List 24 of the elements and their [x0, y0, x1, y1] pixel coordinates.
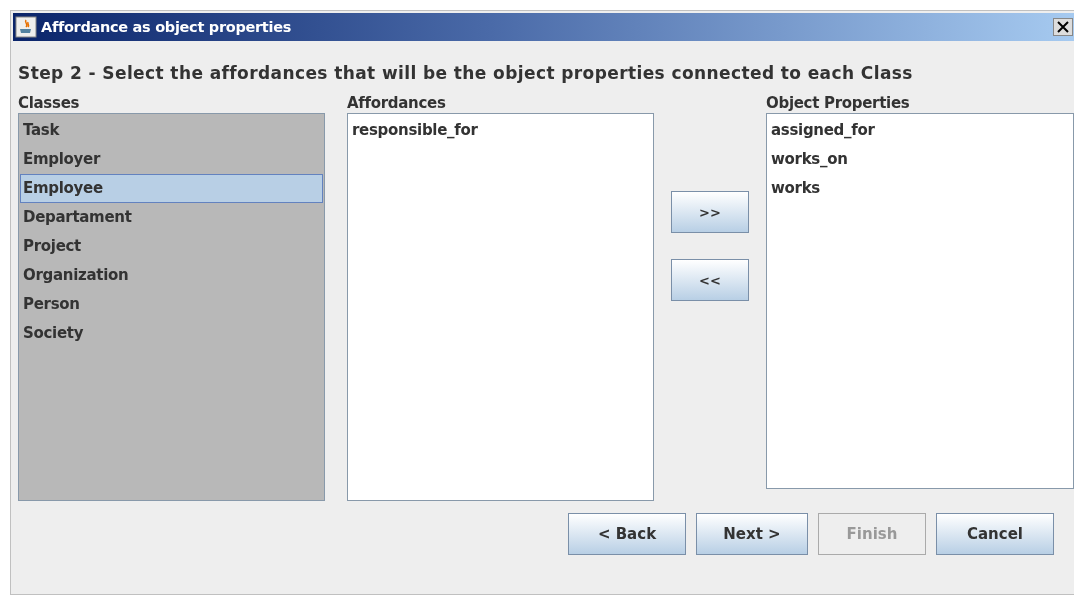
- list-item[interactable]: Society: [20, 319, 323, 348]
- list-label: Affordances: [347, 93, 447, 113]
- dialog-button[interactable]: < Back: [568, 513, 686, 555]
- list-item[interactable]: Employee: [20, 174, 323, 203]
- step-heading: Step 2 - Select the affordances that will be the object properties connected to each Class: [18, 63, 914, 83]
- app-icon: [15, 16, 37, 38]
- list-item[interactable]: Departament: [20, 203, 323, 232]
- list-item[interactable]: Employer: [20, 145, 323, 174]
- list-label: Object Properties: [766, 93, 911, 113]
- window-title: Affordance as object properties: [41, 19, 293, 35]
- list-item[interactable]: works_on: [768, 145, 1072, 174]
- list-item[interactable]: assigned_for: [768, 116, 1072, 145]
- move-button[interactable]: <<: [671, 259, 749, 301]
- list-item[interactable]: Task: [20, 116, 323, 145]
- dialog-button[interactable]: Next >: [696, 513, 808, 555]
- list-item[interactable]: Person: [20, 290, 323, 319]
- list-item[interactable]: Organization: [20, 261, 323, 290]
- move-button[interactable]: >>: [671, 191, 749, 233]
- list-label: Classes: [18, 93, 81, 113]
- list-item[interactable]: responsible_for: [349, 116, 652, 145]
- list-item[interactable]: works: [768, 174, 1072, 203]
- list-item[interactable]: Project: [20, 232, 323, 261]
- close-button[interactable]: [1053, 18, 1073, 36]
- dialog-button[interactable]: Cancel: [936, 513, 1054, 555]
